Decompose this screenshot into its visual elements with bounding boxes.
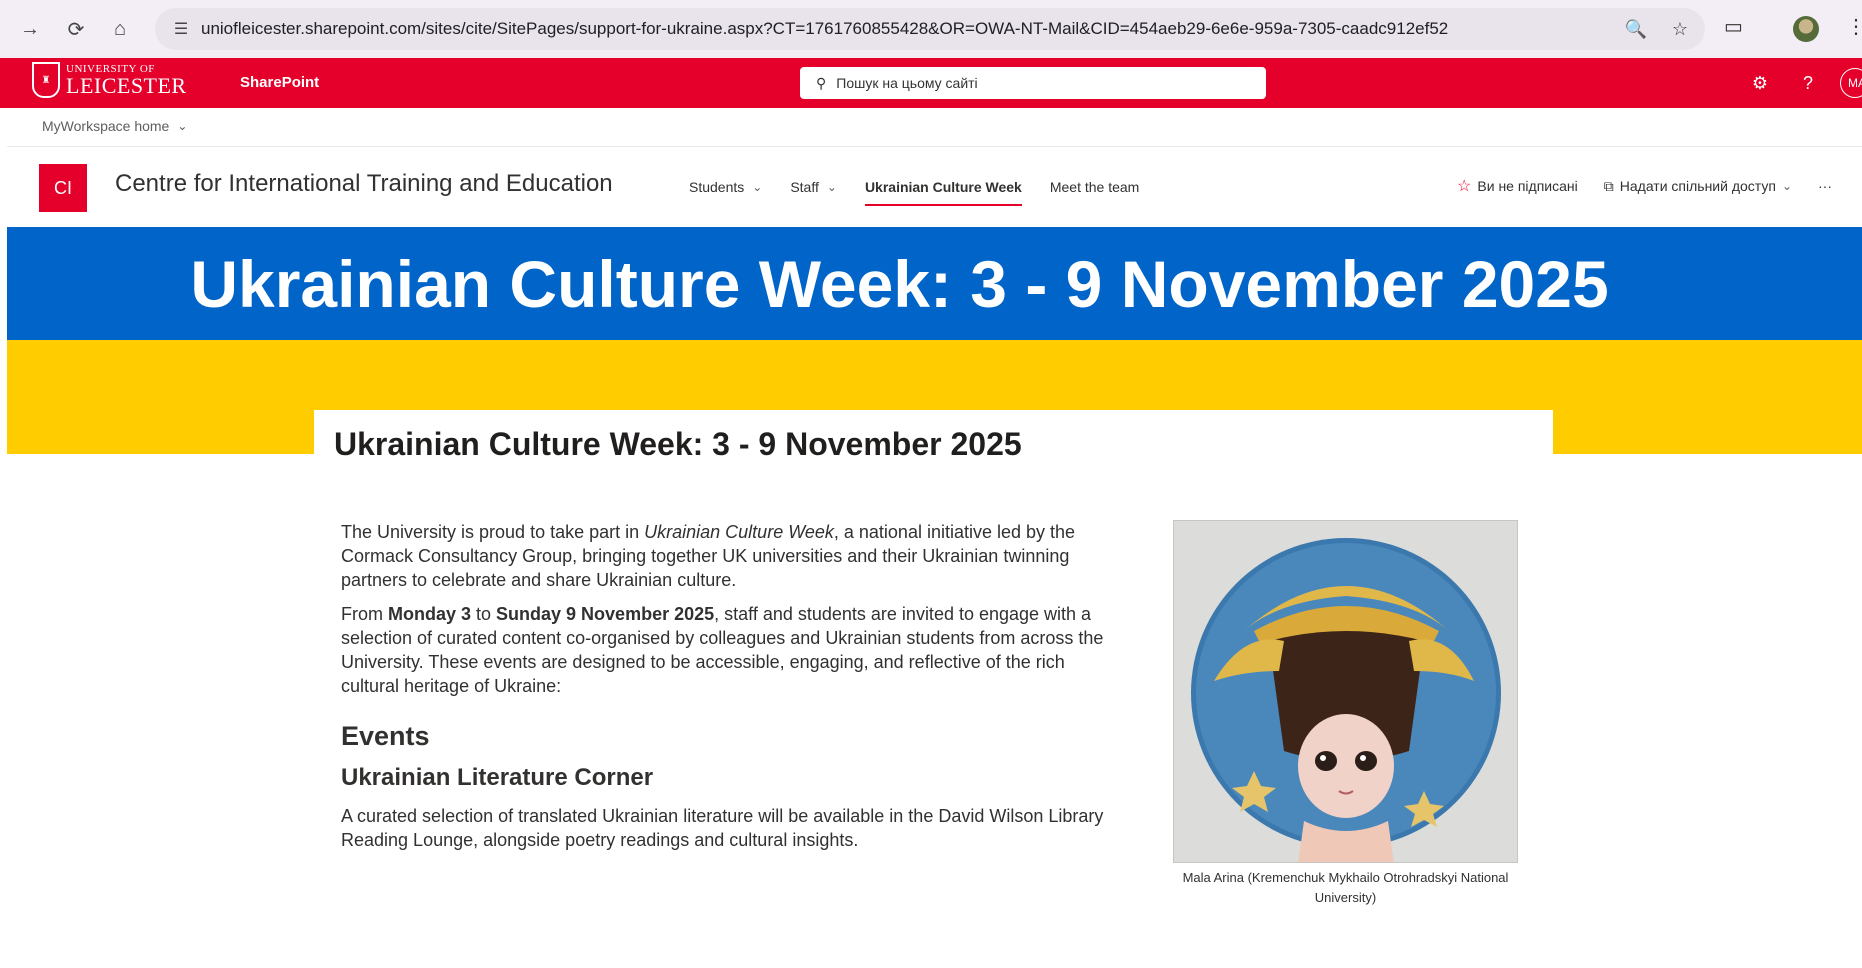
home-icon[interactable]: ⌂ (102, 11, 138, 47)
bookmark-star-icon[interactable]: ☆ (1665, 19, 1695, 40)
site-navigation: Students ⌄ Staff ⌄ Ukrainian Culture Wee… (675, 176, 1154, 206)
browser-menu-icon[interactable]: ⋮ (1846, 14, 1862, 39)
chevron-down-icon: ⌄ (1781, 179, 1792, 193)
search-input[interactable] (836, 75, 1237, 91)
site-logo[interactable]: CI (39, 164, 87, 212)
forward-icon[interactable]: → (12, 11, 48, 47)
hub-navigation[interactable]: MyWorkspace home ⌄ (42, 118, 187, 134)
nav-meet-the-team[interactable]: Meet the team (1036, 176, 1154, 198)
university-logo[interactable]: ♜ UNIVERSITY OF LEICESTER (32, 62, 187, 98)
address-url[interactable]: uniofleicester.sharepoint.com/sites/cite… (201, 19, 1448, 39)
follow-button[interactable]: ☆ Ви не підписані (1457, 176, 1578, 196)
nav-ukrainian-culture-week-label: Ukrainian Culture Week (864, 179, 1022, 195)
address-bar[interactable]: ☰ uniofleicester.sharepoint.com/sites/ci… (155, 8, 1705, 50)
reload-icon[interactable]: ⟳ (58, 11, 94, 47)
nav-staff-label: Staff (790, 179, 819, 195)
more-actions-button[interactable]: ··· (1818, 178, 1832, 194)
more-icon: ··· (1818, 178, 1832, 194)
share-button[interactable]: ⧉ Надати спільний доступ ⌄ (1604, 178, 1792, 195)
account-avatar[interactable]: MA (1840, 68, 1862, 98)
dates-end: Sunday 9 November 2025 (496, 604, 715, 624)
artwork-image[interactable] (1173, 520, 1518, 863)
banner-image-blue: Ukrainian Culture Week: 3 - 9 November 2… (7, 227, 1862, 340)
literature-paragraph: A curated selection of translated Ukrain… (341, 806, 1104, 850)
hub-home-link[interactable]: MyWorkspace home (42, 118, 169, 134)
browser-toolbar: → ⟳ ⌂ ☰ uniofleicester.sharepoint.com/si… (0, 0, 1862, 58)
help-icon[interactable]: ? (1784, 73, 1832, 94)
follow-label: Ви не підписані (1477, 178, 1578, 194)
events-heading: Events (341, 721, 430, 751)
dates-text-b: to (471, 604, 497, 624)
star-icon: ☆ (1457, 178, 1472, 195)
literature-corner-heading: Ukrainian Literature Corner (341, 764, 654, 791)
intro-paragraph: The University is proud to take part in … (341, 520, 1111, 592)
shield-icon: ♜ (32, 62, 60, 98)
intro-text-a: The University is proud to take part in (341, 522, 645, 542)
artwork-illustration (1174, 521, 1517, 862)
site-header: CI Centre for International Training and… (7, 147, 1862, 227)
image-caption: Mala Arina (Kremenchuk Mykhailo Otrohrad… (1182, 870, 1509, 905)
sharepoint-app-link[interactable]: SharePoint (240, 74, 319, 91)
page-title: Ukrainian Culture Week: 3 - 9 November 2… (334, 426, 1022, 462)
logo-big-text: LEICESTER (66, 72, 187, 98)
nav-staff[interactable]: Staff ⌄ (776, 176, 851, 198)
nav-students-label: Students (689, 179, 745, 195)
article-body: The University is proud to take part in … (341, 520, 1111, 862)
search-icon: ⚲ (816, 74, 827, 91)
share-label: Надати спільний доступ (1619, 178, 1776, 194)
intro-text-emphasis: Ukrainian Culture Week (644, 522, 834, 542)
site-search-box[interactable]: ⚲ (800, 67, 1266, 99)
dates-start: Monday 3 (388, 604, 472, 624)
settings-gear-icon[interactable]: ⚙ (1736, 73, 1784, 94)
nav-meet-the-team-label: Meet the team (1049, 179, 1140, 195)
site-title[interactable]: Centre for International Training and Ed… (115, 170, 613, 198)
page-title-card: Ukrainian Culture Week: 3 - 9 November 2… (314, 410, 1553, 490)
dates-text-a: From (341, 604, 388, 624)
suite-bar: ♜ UNIVERSITY OF LEICESTER SharePoint ⚲ ⚙… (0, 58, 1862, 108)
site-info-icon[interactable]: ☰ (161, 19, 201, 39)
browser-profile-avatar[interactable] (1793, 16, 1819, 42)
chevron-down-icon: ⌄ (826, 180, 837, 194)
share-icon: ⧉ (1603, 177, 1614, 194)
nav-ukrainian-culture-week[interactable]: Ukrainian Culture Week (851, 176, 1036, 206)
chevron-down-icon[interactable]: ⌄ (177, 119, 187, 133)
dates-paragraph: From Monday 3 to Sunday 9 November 2025,… (341, 602, 1111, 698)
banner-text: Ukrainian Culture Week: 3 - 9 November 2… (190, 246, 1609, 321)
nav-students[interactable]: Students ⌄ (675, 176, 776, 198)
chevron-down-icon: ⌄ (752, 180, 763, 194)
zoom-icon[interactable]: 🔍 (1621, 19, 1651, 40)
extensions-icon[interactable]: ▭ (1724, 14, 1743, 39)
